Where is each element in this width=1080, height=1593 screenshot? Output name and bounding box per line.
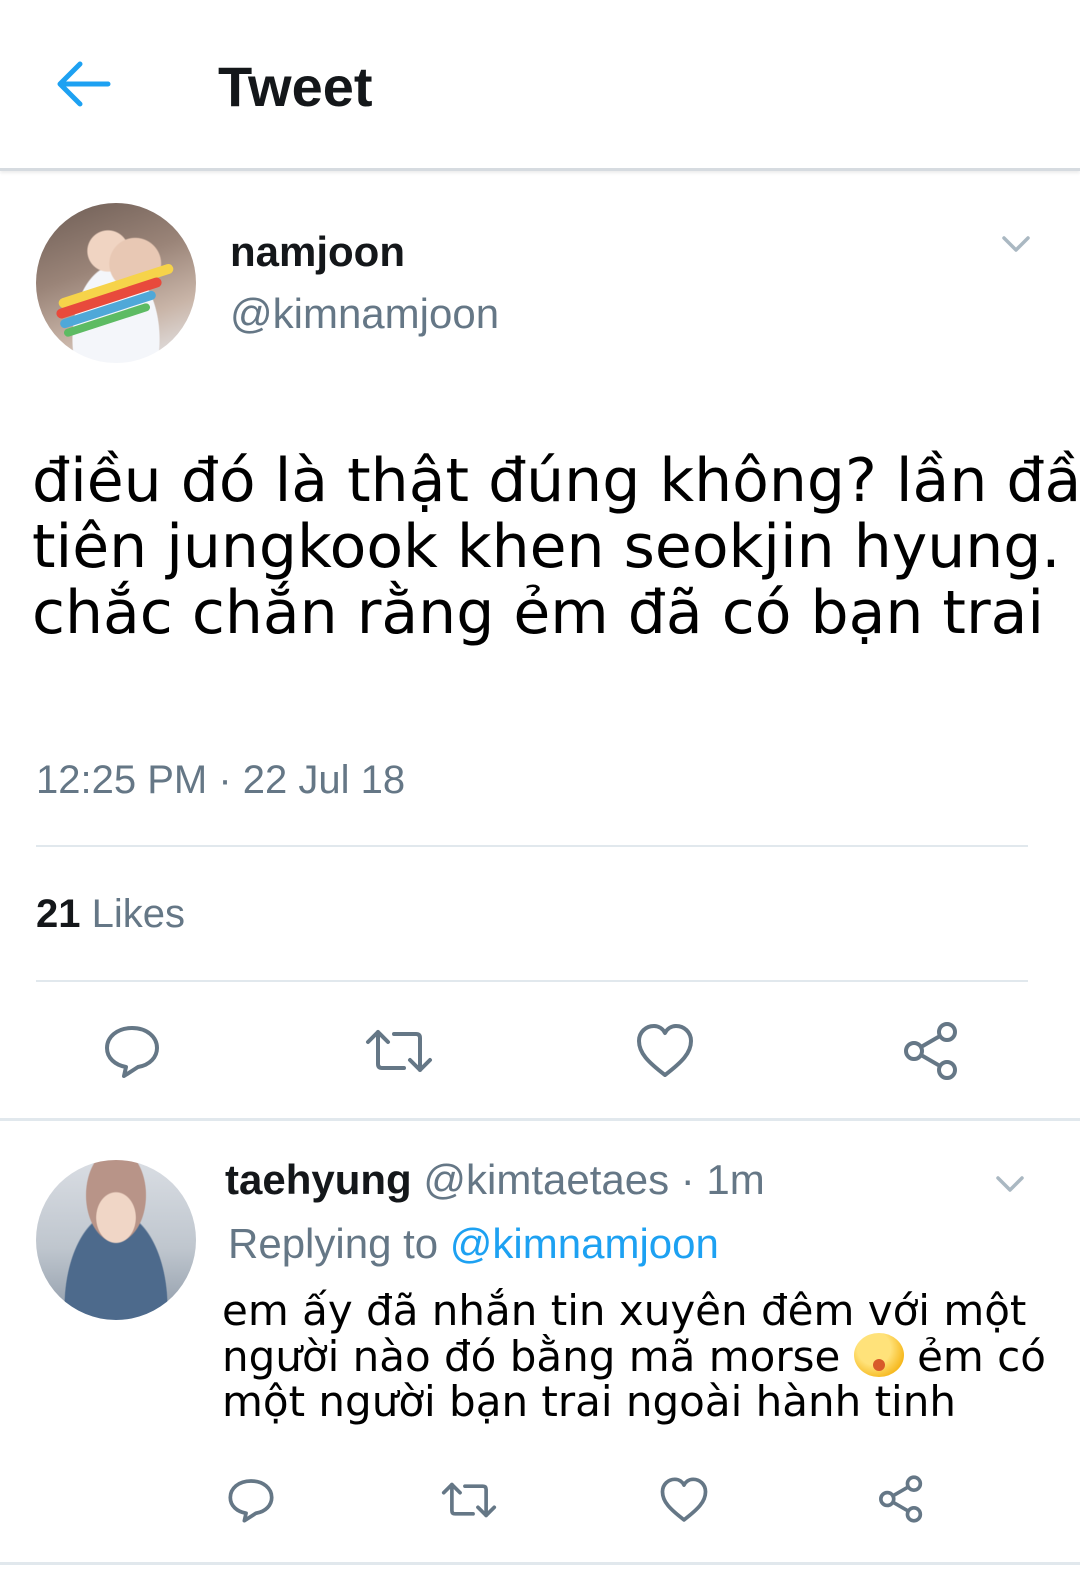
reply-options-button[interactable] — [992, 1166, 1028, 1202]
reply-text-line: em ấy đã nhắn tin xuyên đêm với một — [222, 1286, 1027, 1335]
chevron-down-icon — [1002, 236, 1030, 252]
reply-header: taehyung @kimtaetaes · 1m — [225, 1156, 765, 1204]
avatar[interactable] — [36, 203, 196, 363]
like-button[interactable] — [634, 1022, 696, 1085]
reply-button[interactable] — [102, 1022, 162, 1085]
back-button[interactable] — [52, 52, 116, 116]
retweet-button[interactable] — [364, 1024, 434, 1083]
sleepy-face-emoji — [853, 1333, 904, 1377]
reply-share-button[interactable] — [876, 1474, 926, 1529]
tweet-text-line: chắc chắn rằng ẻm đã có bạn trai — [32, 578, 1045, 648]
tweet-timestamp[interactable]: 12:25 PM · 22 Jul 18 — [36, 758, 405, 803]
retweet-icon — [366, 1030, 432, 1072]
reply-text-line: một người bạn trai ngoài hành tinh — [222, 1377, 956, 1426]
app-header: Tweet — [0, 0, 1080, 171]
reply-avatar[interactable] — [36, 1160, 196, 1320]
reply-text-segment: người nào đó bằng mã morse — [222, 1332, 841, 1381]
reply-text-line: người nào đó bằng mã morse ẻm có — [222, 1332, 1046, 1381]
share-icon — [879, 1475, 923, 1523]
reply-like-button[interactable] — [658, 1476, 710, 1529]
author-name[interactable]: namjoon — [230, 228, 405, 276]
tweet-text-line: tiên jungkook khen seokjin hyung. — [32, 512, 1061, 582]
page-title: Tweet — [218, 55, 373, 118]
reply-icon — [105, 1026, 159, 1078]
divider — [36, 980, 1028, 982]
likes-count: 21 — [36, 892, 81, 936]
likes-label: Likes — [91, 892, 186, 936]
likes-stat[interactable]: 21 Likes — [36, 892, 185, 937]
like-icon — [660, 1477, 708, 1522]
divider — [36, 845, 1028, 847]
chevron-down-icon — [996, 1176, 1024, 1192]
tweet-text-line: điều đó là thật đúng không? lần đầu — [32, 446, 1080, 516]
share-button[interactable] — [900, 1020, 962, 1087]
reply-retweet-button[interactable] — [440, 1478, 498, 1527]
reply-author-meta[interactable]: @kimtaetaes · 1m — [423, 1156, 764, 1203]
section-separator — [0, 1118, 1080, 1121]
reply-icon — [228, 1479, 274, 1523]
tweet-options-button[interactable] — [998, 226, 1034, 262]
reply-text-segment: ẻm có — [917, 1332, 1046, 1381]
reply-reply-button[interactable] — [226, 1476, 276, 1529]
replying-to: Replying to @kimnamjoon — [228, 1220, 719, 1268]
reply-author-name[interactable]: taehyung — [225, 1156, 412, 1203]
tweet-text: điều đó là thật đúng không? lần đầu tiên… — [32, 446, 1080, 648]
reply-text: em ấy đã nhắn tin xuyên đêm với một ngườ… — [222, 1286, 1046, 1426]
replying-prefix: Replying to — [228, 1220, 439, 1267]
like-icon — [637, 1024, 693, 1077]
retweet-icon — [441, 1482, 497, 1518]
back-arrow-icon — [57, 61, 111, 107]
share-icon — [904, 1022, 957, 1080]
replying-handle-link[interactable]: @kimnamjoon — [450, 1220, 719, 1267]
author-handle[interactable]: @kimnamjoon — [230, 290, 499, 338]
section-separator — [0, 1562, 1080, 1565]
